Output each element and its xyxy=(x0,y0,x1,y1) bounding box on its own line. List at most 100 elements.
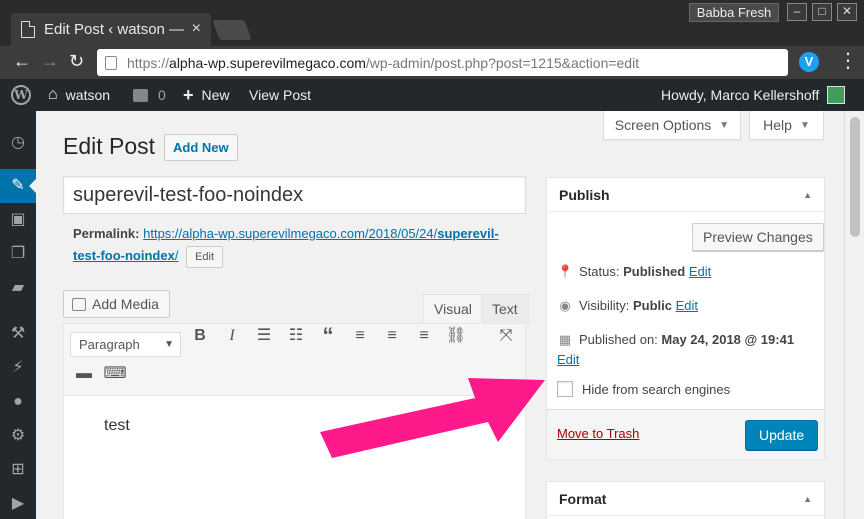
new-content-link[interactable]: + New xyxy=(183,79,230,111)
browser-toolbar: ← → ↻ https:// alpha-wp.superevilmegaco.… xyxy=(0,46,864,79)
comments-icon[interactable]: ▰ xyxy=(0,271,36,305)
major-publishing-actions: Move to Trash Update xyxy=(547,409,824,459)
format-box: Format ▲ xyxy=(546,481,825,519)
tab-text[interactable]: Text xyxy=(481,294,529,324)
minimize-button[interactable]: – xyxy=(787,3,807,21)
pin-icon: 📍 xyxy=(557,264,574,279)
new-tab-button[interactable] xyxy=(212,20,252,40)
bullet-list-icon[interactable]: ☰ xyxy=(252,324,276,348)
published-value: May 24, 2018 @ 19:41 xyxy=(661,332,795,347)
post-title-input[interactable]: superevil-test-foo-noindex xyxy=(63,176,526,214)
media-icon[interactable]: ▣ xyxy=(0,203,36,237)
link-icon[interactable]: ⛓ xyxy=(444,324,468,348)
edit-date-link[interactable]: Edit xyxy=(557,352,579,367)
wp-admin-bar: W ⌂ watson 0 + New View Post Howdy, Marc… xyxy=(0,79,864,111)
users-icon[interactable]: ● xyxy=(0,385,36,419)
dashboard-icon[interactable]: ◷ xyxy=(0,126,36,160)
collapse-icon[interactable]: ▶ xyxy=(0,487,36,519)
close-window-button[interactable]: ✕ xyxy=(837,3,857,21)
tab-title: Edit Post ‹ watson — xyxy=(44,21,185,38)
plugins-icon[interactable]: ⚡ xyxy=(0,351,36,385)
status-label: Status: xyxy=(579,264,620,279)
howdy-text: Howdy, Marco Kellershoff xyxy=(661,87,820,103)
posts-icon[interactable]: ✎ xyxy=(0,169,36,203)
address-bar[interactable]: https:// alpha-wp.superevilmegaco.com /w… xyxy=(97,49,788,76)
update-button[interactable]: Update xyxy=(745,420,819,450)
format-select-value: Paragraph xyxy=(79,337,140,352)
post-status: 📍 Status: Published Edit xyxy=(557,262,711,282)
reload-button[interactable]: ↻ xyxy=(69,51,84,72)
hide-search-checkbox[interactable] xyxy=(557,381,573,397)
browser-tab[interactable]: Edit Post ‹ watson — × xyxy=(11,13,211,46)
arrow-shape xyxy=(320,378,545,458)
add-new-button[interactable]: Add New xyxy=(164,134,238,161)
help-button[interactable]: Help ▼ xyxy=(749,111,824,140)
comments-link[interactable]: 0 xyxy=(133,79,166,111)
editor-content[interactable]: test xyxy=(104,417,130,435)
tab-close-icon[interactable]: × xyxy=(192,20,201,38)
caret-down-icon: ▼ xyxy=(799,119,810,131)
url-scheme: https:// xyxy=(127,54,170,71)
move-to-trash-link[interactable]: Move to Trash xyxy=(557,426,639,441)
hide-search-label: Hide from search engines xyxy=(582,381,731,397)
settings-icon[interactable]: ⊞ xyxy=(0,453,36,487)
preview-changes-button[interactable]: Preview Changes xyxy=(692,223,824,251)
fullscreen-icon[interactable]: ⤧ xyxy=(494,324,518,348)
browser-titlebar: Edit Post ‹ watson — × Babba Fresh – □ ✕ xyxy=(0,0,864,46)
tools-icon[interactable]: ⚙ xyxy=(0,419,36,453)
url-path: /wp-admin/post.php?post=1215&action=edit xyxy=(365,54,640,71)
comment-bubble-icon xyxy=(133,88,148,102)
hide-search-engines-option[interactable]: Hide from search engines xyxy=(557,381,730,397)
italic-icon[interactable]: I xyxy=(220,324,244,348)
admin-menu: ◷ ✎ ▣ ❐ ▰ ⚒ ⚡ ● ⚙ ⊞ ▶ xyxy=(0,111,36,519)
browser-menu-icon[interactable]: ⋮ xyxy=(838,51,858,71)
numbered-list-icon[interactable]: ☷ xyxy=(284,324,308,348)
post-visibility: ◉ Visibility: Public Edit xyxy=(557,296,698,316)
page-scrollbar[interactable] xyxy=(844,111,864,519)
profile-button[interactable]: Babba Fresh xyxy=(689,3,779,22)
site-name-link[interactable]: ⌂ watson xyxy=(48,79,110,111)
toggle-arrow-icon[interactable]: ▲ xyxy=(803,178,812,212)
toggle-arrow-icon[interactable]: ▲ xyxy=(803,482,812,516)
visibility-label: Visibility: xyxy=(579,298,630,313)
extension-icon[interactable]: V xyxy=(799,52,819,72)
page-title: Edit Post xyxy=(63,133,156,159)
lock-icon xyxy=(105,55,117,70)
toolbar-toggle-icon[interactable]: ⌨ xyxy=(103,362,127,386)
maximize-button[interactable]: □ xyxy=(812,3,832,21)
publish-date: ▦ Published on: May 24, 2018 @ 19:41 Edit xyxy=(557,330,812,370)
align-right-icon[interactable]: ≡ xyxy=(412,324,436,348)
edit-visibility-link[interactable]: Edit xyxy=(676,298,698,313)
document-icon xyxy=(21,21,35,38)
permalink: Permalink: https://alpha-wp.superevilmeg… xyxy=(73,223,513,268)
screen-options-button[interactable]: Screen Options ▼ xyxy=(603,111,741,140)
format-heading[interactable]: Format ▲ xyxy=(547,482,824,516)
avatar xyxy=(827,86,846,104)
scrollbar-thumb[interactable] xyxy=(850,117,860,237)
edit-slug-button[interactable]: Edit xyxy=(186,245,224,268)
bold-icon[interactable]: B xyxy=(188,324,212,348)
publish-heading[interactable]: Publish ▲ xyxy=(547,178,824,212)
read-more-icon[interactable]: ▬ xyxy=(72,362,96,386)
align-left-icon[interactable]: ≡ xyxy=(348,324,372,348)
wordpress-logo-icon: W xyxy=(11,85,31,105)
format-select[interactable]: Paragraph ▼ xyxy=(70,332,181,357)
edit-status-link[interactable]: Edit xyxy=(689,264,711,279)
tab-visual[interactable]: Visual xyxy=(423,294,483,324)
appearance-icon[interactable]: ⚒ xyxy=(0,317,36,351)
help-label: Help xyxy=(763,117,792,133)
status-value: Published xyxy=(623,264,686,279)
add-media-button[interactable]: Add Media xyxy=(63,290,170,318)
view-post-link[interactable]: View Post xyxy=(249,79,311,111)
screen-options-label: Screen Options xyxy=(614,117,712,133)
wp-logo-menu[interactable]: W xyxy=(11,79,31,111)
align-center-icon[interactable]: ≡ xyxy=(380,324,404,348)
pages-icon[interactable]: ❐ xyxy=(0,237,36,271)
my-account-menu[interactable]: Howdy, Marco Kellershoff xyxy=(661,79,846,111)
back-button[interactable]: ← xyxy=(13,51,31,72)
blockquote-icon[interactable]: “ xyxy=(316,324,340,348)
forward-button[interactable]: → xyxy=(41,51,59,72)
published-label: Published on: xyxy=(579,332,658,347)
site-name: watson xyxy=(65,87,111,103)
media-icon xyxy=(72,297,86,311)
